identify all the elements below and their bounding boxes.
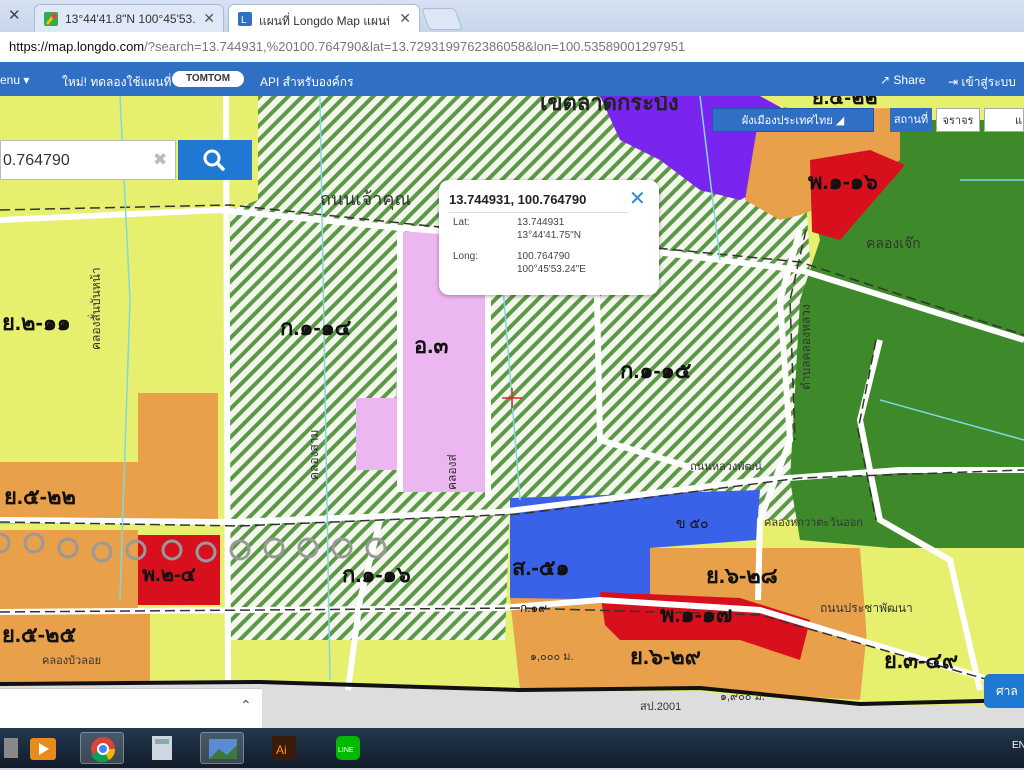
url-path: /?search=13.744931,%20100.764790&lat=13.… <box>144 39 686 54</box>
tab-longdo-map[interactable]: L แผนที่ Longdo Map แผนที่ ✕ <box>228 4 420 32</box>
coordinate-popup: 13.744931, 100.764790 ✕ Lat: 13.744931 1… <box>439 180 659 295</box>
tab-close-icon[interactable]: ✕ <box>203 10 215 27</box>
maptype-toggle[interactable]: แ <box>984 108 1024 132</box>
media-player-icon[interactable] <box>22 732 66 764</box>
canal-label-sang: คลองสั่นบันหน้า <box>87 267 103 350</box>
chevron-up-icon[interactable]: ⌃ <box>240 697 252 714</box>
route-label: สป.2001 <box>640 701 681 713</box>
site-header: enu ▾ ใหม่! ทดลองใช้แผนที่ TOMTOM API สำ… <box>0 62 1024 96</box>
lat-decimal: 13.744931 <box>517 217 565 228</box>
result-panel[interactable]: ⌃ <box>0 688 262 729</box>
login-button[interactable]: ⇥ เข้าสู่ระบบ <box>948 73 1016 92</box>
zone-label-k119: ก.๑๙ <box>520 601 547 615</box>
menu-button[interactable]: enu ▾ <box>0 73 29 87</box>
tomtom-badge[interactable]: TOMTOM <box>172 71 244 87</box>
address-bar[interactable]: https://map.longdo.com/?search=13.744931… <box>0 32 1024 63</box>
area-label-1900: ๑,๙๐๐ ม. <box>720 691 765 703</box>
photo-viewer-icon[interactable] <box>200 732 244 764</box>
browser-tab-strip: ✕ 13°44'41.8"N 100°45'53. ✕ L แผนที่ Lon… <box>0 0 1024 32</box>
share-button[interactable]: ↗ Share <box>880 73 925 87</box>
svg-text:LINE: LINE <box>338 747 354 754</box>
layer-select[interactable]: ผังเมืองประเทศไทย ◢ <box>712 108 874 132</box>
long-dms: 100°45'53.24"E <box>517 264 586 275</box>
road-label-luang: ถนนหลวงพัฒน์ <box>690 460 762 473</box>
chrome-icon[interactable] <box>80 732 124 764</box>
zone-label-y522: ย.๕-๒๒ <box>4 484 76 509</box>
canal-label-bua-loi: คลองบัวลอย <box>42 655 101 667</box>
zone-label-y629: ย.๖-๒๙ <box>630 644 701 669</box>
search-box: ✖ <box>0 140 176 181</box>
zone-label-p24: พ.๒-๔ <box>142 564 196 586</box>
layer-select-label: ผังเมืองประเทศไทย <box>741 115 833 127</box>
search-input[interactable] <box>1 141 153 181</box>
canal-label-jek: คลองเจ๊ก <box>866 235 921 251</box>
zone-label-s51: ส.-๕๑ <box>512 555 569 580</box>
zone-label-s50: ข ๕๐ <box>676 515 709 531</box>
search-button[interactable] <box>178 140 252 180</box>
google-maps-icon <box>44 12 58 26</box>
svg-text:L: L <box>241 15 247 26</box>
long-label: Long: <box>453 251 479 262</box>
zone-label-k116: ก.๑-๑๖ <box>342 562 411 587</box>
search-icon <box>203 149 225 171</box>
zone-label-y211: ย.๒-๑๑ <box>2 310 71 335</box>
long-decimal: 100.764790 <box>517 251 570 262</box>
os-taskbar: Ai LINE <box>0 728 1024 768</box>
dropdown-icon: ◢ <box>835 115 845 127</box>
login-label: เข้าสู่ระบบ <box>961 75 1016 89</box>
zone-label-y349: ย.๓-๔๙ <box>884 648 958 673</box>
traffic-toggle[interactable]: จราจร <box>936 108 980 132</box>
orange-zone-mid <box>0 530 138 610</box>
close-icon[interactable]: ✕ <box>8 6 21 24</box>
canal-label-song: คลองส่ <box>445 454 459 490</box>
api-link[interactable]: API สำหรับองค์กร <box>260 73 354 92</box>
popup-close-icon[interactable]: ✕ <box>629 186 646 211</box>
language-indicator[interactable]: EN <box>1012 740 1024 751</box>
orange-zone-left <box>138 393 218 523</box>
url-text[interactable]: https://map.longdo.com/?search=13.744931… <box>9 39 685 54</box>
zone-label-p117: พ.๑-๑๗ <box>660 602 732 627</box>
tab-label: 13°44'41.8"N 100°45'53. <box>65 12 195 26</box>
zone-label-y525: ย.๕-๒๕ <box>2 622 76 647</box>
side-tab-button[interactable]: ศาล <box>984 674 1024 708</box>
tab-close-icon[interactable]: ✕ <box>399 10 411 27</box>
zone-label-k115: ก.๑-๑๕ <box>620 358 692 383</box>
line-icon[interactable]: LINE <box>326 732 370 764</box>
share-icon: ↗ <box>880 73 894 87</box>
popup-title: 13.744931, 100.764790 <box>449 192 587 207</box>
calculator-icon[interactable] <box>140 732 184 764</box>
svg-text:Ai: Ai <box>276 743 287 757</box>
road-label-pracha: ถนนประชาพัฒนา <box>820 601 913 615</box>
zone-label-o3: อ.๓ <box>414 333 448 358</box>
place-toggle[interactable]: สถานที่ <box>890 108 932 132</box>
canal-label-sam: คลองสาม <box>307 430 321 480</box>
road-label: ถนนเจ้าคุณ <box>320 189 411 210</box>
url-host: https://map.longdo.com <box>9 39 145 54</box>
share-label: Share <box>893 73 926 87</box>
login-icon: ⇥ <box>948 75 962 89</box>
longdo-icon: L <box>238 12 252 26</box>
lat-label: Lat: <box>453 217 470 228</box>
promo-link[interactable]: ใหม่! ทดลองใช้แผนที่ <box>62 73 171 92</box>
district-side-label: ตำบลคลองหลวง <box>799 304 813 390</box>
zone-label-p116: พ.๑-๑๖ <box>808 169 878 194</box>
tab-google-maps[interactable]: 13°44'41.8"N 100°45'53. ✕ <box>34 4 224 32</box>
tab-label: แผนที่ Longdo Map แผนที่ <box>259 14 389 28</box>
illustrator-icon[interactable]: Ai <box>262 732 306 764</box>
new-tab-button[interactable] <box>420 8 464 30</box>
zone-label-k114: ก.๑-๑๔ <box>280 315 352 340</box>
clear-icon[interactable]: ✖ <box>153 150 167 170</box>
zone-label-y628: ย.๖-๒๘ <box>706 563 778 588</box>
lat-dms: 13°44'41.75"N <box>517 230 581 241</box>
popup-divider <box>449 212 629 213</box>
canal-label-hok-wa: คลองหกวาตะวันออก <box>764 517 863 529</box>
area-label-1000: ๑,๐๐๐ ม. <box>530 651 574 663</box>
